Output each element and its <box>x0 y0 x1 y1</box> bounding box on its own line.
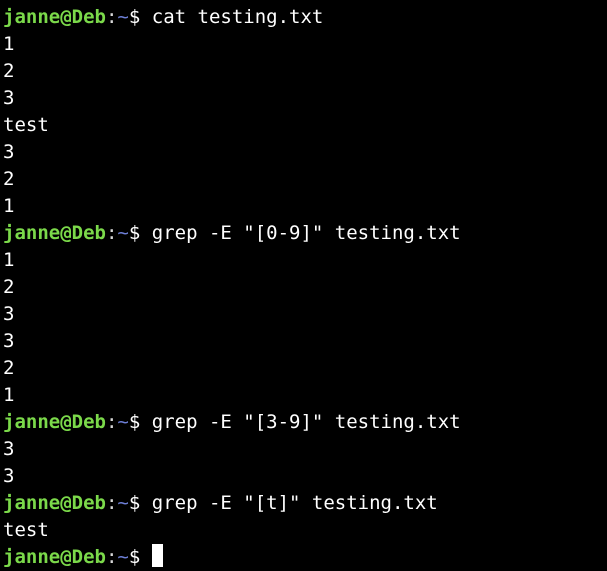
output-line: 1 <box>3 195 15 217</box>
prompt-path: ~ <box>117 546 129 568</box>
prompt-user-host: janne@Deb <box>3 411 106 433</box>
prompt-line: janne@Deb:~$ grep -E "[0-9]" testing.txt <box>3 220 607 247</box>
prompt-separator: : <box>105 6 118 28</box>
prompt-symbol: $ <box>128 411 141 433</box>
output-line: 2 <box>3 168 15 190</box>
output-line: 3 <box>3 303 15 325</box>
prompt-line: janne@Deb:~$ cat testing.txt <box>3 4 607 31</box>
prompt-symbol: $ <box>128 6 141 28</box>
output-line: test <box>3 114 49 136</box>
text-cursor[interactable] <box>151 544 163 567</box>
output-line: 2 <box>3 60 15 82</box>
prompt-user-host: janne@Deb <box>3 546 106 568</box>
output-line: 1 <box>3 384 15 406</box>
command-text: cat testing.txt <box>151 6 324 28</box>
output-line: 3 <box>3 141 15 163</box>
output-line: 1 <box>3 249 15 271</box>
output-line: 2 <box>3 357 15 379</box>
prompt-symbol: $ <box>128 546 141 568</box>
prompt-path: ~ <box>117 222 129 244</box>
prompt-separator: : <box>105 222 118 244</box>
prompt-separator: : <box>105 492 118 514</box>
output-line: 3 <box>3 438 15 460</box>
prompt-symbol: $ <box>128 492 141 514</box>
command-text: grep -E "[0-9]" testing.txt <box>151 222 461 244</box>
prompt-separator: : <box>105 546 118 568</box>
terminal-window[interactable]: janne@Deb:~$ cat testing.txt 1 2 3 test … <box>0 0 607 571</box>
command-text: grep -E "[t]" testing.txt <box>151 492 438 514</box>
active-prompt-line[interactable]: janne@Deb:~$ <box>3 544 607 571</box>
prompt-user-host: janne@Deb <box>3 6 106 28</box>
output-line: 3 <box>3 330 15 352</box>
prompt-user-host: janne@Deb <box>3 492 106 514</box>
output-line: 2 <box>3 276 15 298</box>
prompt-path: ~ <box>117 6 129 28</box>
prompt-line: janne@Deb:~$ grep -E "[3-9]" testing.txt <box>3 409 607 436</box>
prompt-path: ~ <box>117 492 129 514</box>
command-text: grep -E "[3-9]" testing.txt <box>151 411 461 433</box>
prompt-symbol: $ <box>128 222 141 244</box>
output-line: test <box>3 519 49 541</box>
prompt-path: ~ <box>117 411 129 433</box>
output-line: 1 <box>3 33 15 55</box>
prompt-user-host: janne@Deb <box>3 222 106 244</box>
output-line: 3 <box>3 87 15 109</box>
prompt-line: janne@Deb:~$ grep -E "[t]" testing.txt <box>3 490 607 517</box>
output-line: 3 <box>3 465 15 487</box>
prompt-separator: : <box>105 411 118 433</box>
